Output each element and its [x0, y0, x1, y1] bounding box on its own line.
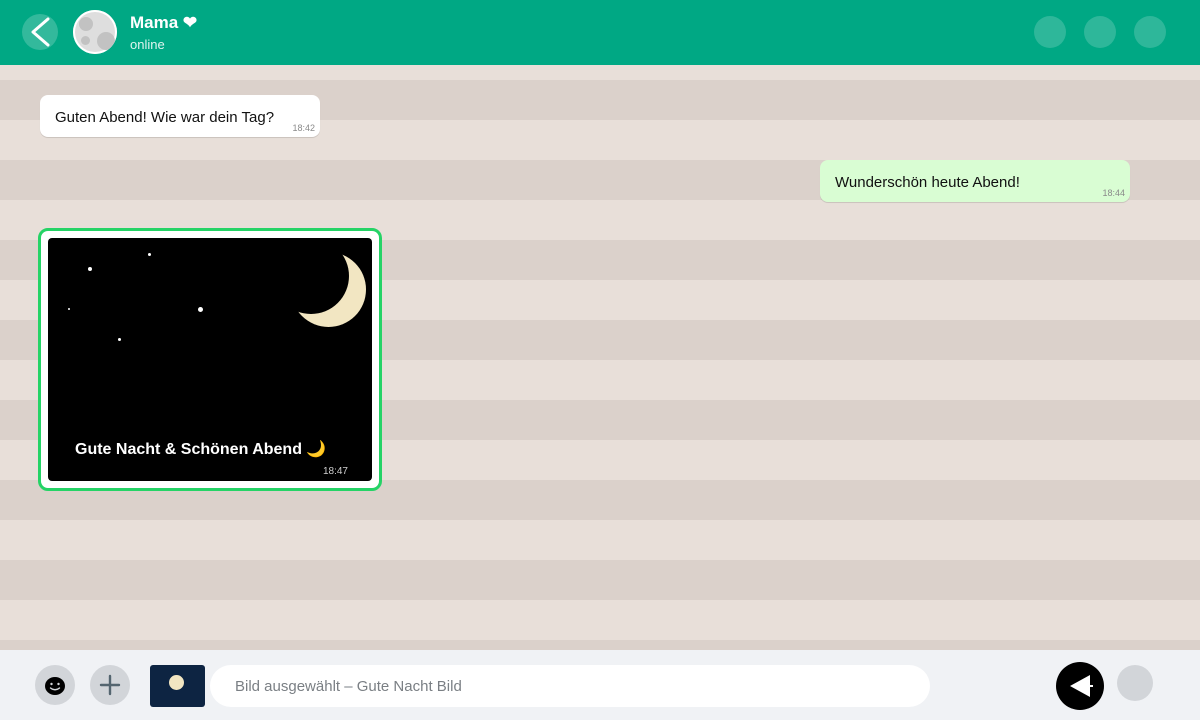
image-preview: Gute Nacht & Schönen Abend 🌙 18:47: [48, 238, 372, 481]
mic-button[interactable]: [1117, 665, 1153, 701]
avatar-spot: [79, 17, 93, 31]
message-text: Guten Abend! Wie war dein Tag?: [55, 109, 275, 126]
message-time: 18:44: [1102, 188, 1125, 198]
send-icon: [1070, 675, 1093, 697]
avatar-spot: [97, 32, 115, 50]
back-arrow-icon: [31, 17, 50, 47]
image-caption: Gute Nacht & Schönen Abend 🌙: [75, 441, 327, 458]
plus-icon: [99, 674, 121, 696]
emoji-button[interactable]: [35, 665, 75, 705]
message-time: 18:42: [292, 123, 315, 133]
video-call-button[interactable]: [1034, 16, 1066, 48]
chat-area[interactable]: Guten Abend! Wie war dein Tag? 18:42 Wun…: [0, 65, 1200, 650]
contact-avatar[interactable]: [73, 10, 117, 54]
emoji-icon: [45, 677, 65, 695]
message-text: Wunderschön heute Abend!: [835, 174, 1020, 191]
contact-name[interactable]: Mama ❤: [130, 13, 197, 33]
contact-status: online: [130, 37, 165, 52]
moon-icon: [169, 675, 184, 690]
message-time: 18:47: [322, 466, 348, 477]
star: [198, 307, 203, 312]
star: [88, 267, 92, 271]
back-button[interactable]: [22, 14, 58, 50]
avatar-spot: [81, 36, 90, 45]
attach-button[interactable]: [90, 665, 130, 705]
selected-image-thumbnail[interactable]: [150, 665, 205, 707]
message-incoming[interactable]: Guten Abend! Wie war dein Tag? 18:42: [40, 95, 320, 137]
star: [68, 308, 70, 310]
send-button[interactable]: [1056, 662, 1104, 710]
menu-button[interactable]: [1134, 16, 1166, 48]
message-outgoing[interactable]: Wunderschön heute Abend! 18:44: [820, 160, 1130, 202]
voice-call-button[interactable]: [1084, 16, 1116, 48]
chat-header: Mama ❤ online: [0, 0, 1200, 65]
star: [148, 253, 151, 256]
moon-shadow: [273, 238, 349, 314]
image-message-selected[interactable]: Gute Nacht & Schönen Abend 🌙 18:47: [38, 228, 382, 491]
star: [118, 338, 121, 341]
message-input[interactable]: [210, 665, 930, 707]
composer-bar: [0, 650, 1200, 720]
